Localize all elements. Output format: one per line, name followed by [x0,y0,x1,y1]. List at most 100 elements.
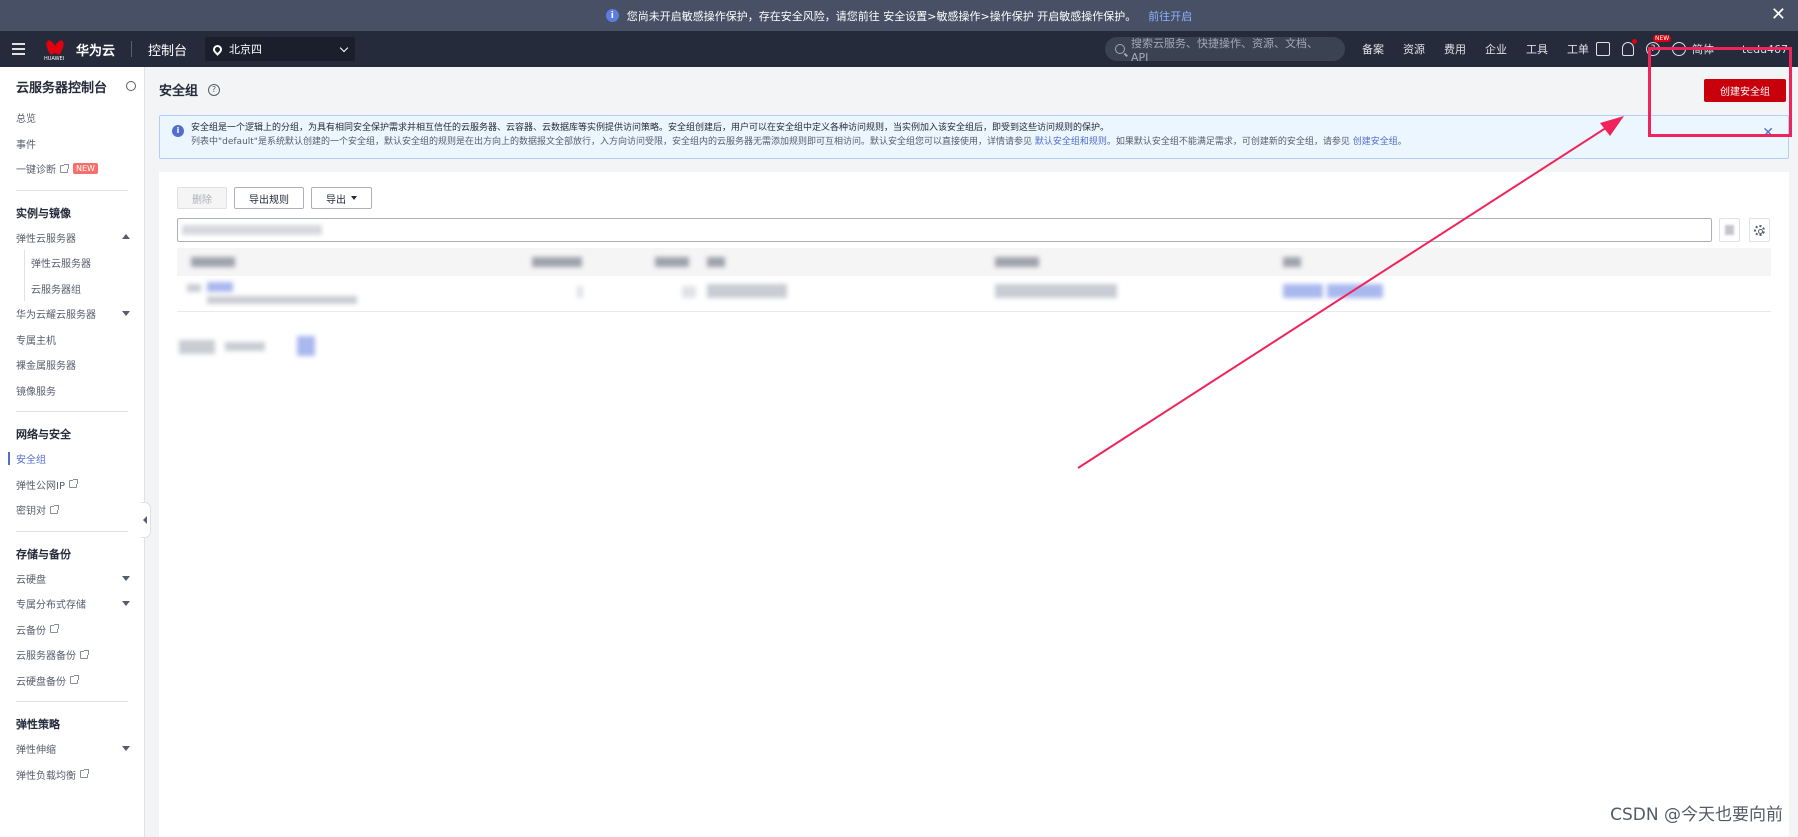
nav-link-tickets[interactable]: 工单 [1567,41,1589,57]
sidebar-item-evs[interactable]: 云硬盘 [0,566,144,592]
global-search-input[interactable]: 搜索云服务、快捷操作、资源、文档、API [1105,37,1345,64]
table-settings-button[interactable] [1749,218,1770,242]
external-link-icon [80,769,89,779]
sidebar-title-text: 云服务器控制台 [16,80,108,96]
banner-enable-link[interactable]: 前往开启 [1148,8,1192,24]
sidebar-item-label: 云服务器组 [31,284,81,296]
blurred-total [179,340,215,354]
menu-icon[interactable] [0,31,36,67]
sidebar-item-label: 一键诊断 [16,165,56,177]
info-icon: i [605,9,619,22]
nav-link-beian[interactable]: 备案 [1362,41,1384,57]
sidebar-divider [16,189,128,191]
sidebar-item-server-backup[interactable]: 云服务器备份 [0,642,144,668]
nav-link-resources[interactable]: 资源 [1403,41,1425,57]
sidebar-divider [16,411,128,412]
action-link-more[interactable] [1327,284,1383,298]
chevron-down-icon [122,311,130,316]
sidebar-item-ecs-list[interactable]: 弹性云服务器 [0,250,144,276]
logo-wordmark: HUAWEI [44,56,65,62]
nav-icons: ? NEW 简体 tedu467 [1596,31,1788,67]
top-navbar: HUAWEI 华为云 控制台 北京四 搜索云服务、快捷操作、资源、文档、API … [0,31,1798,67]
terminal-icon[interactable] [1596,42,1610,56]
region-value: 北京四 [229,43,263,56]
language-selector[interactable]: 简体 [1692,41,1714,57]
create-security-group-button[interactable]: 创建安全组 [1704,79,1786,102]
sidebar-item-events[interactable]: 事件 [0,131,144,157]
column-header [532,257,582,267]
sidebar-item-label: 弹性公网IP [16,480,65,492]
close-icon[interactable]: ✕ [1771,6,1786,24]
default-rules-link[interactable]: 默认安全组和规则 [1035,137,1107,147]
export-dropdown-button[interactable]: 导出 [311,187,372,209]
help-icon[interactable]: ? NEW [1646,35,1672,56]
search-icon [1115,44,1125,54]
nav-link-tools[interactable]: 工具 [1526,41,1548,57]
external-link-icon [68,479,78,489]
sidebar-collapse-handle[interactable] [141,502,151,538]
sidebar-item-label: 弹性负载均衡 [16,770,76,782]
chevron-down-icon [122,575,130,581]
brand-name: 华为云 [76,43,116,59]
sidebar-item-diagnosis[interactable]: 一键诊断 NEW [0,156,144,182]
sidebar-item-ecs[interactable]: 弹性云服务器 [0,225,144,251]
sidebar-item-label: 云硬盘备份 [16,676,66,688]
sidebar-item-overview[interactable]: 总览 [0,105,144,131]
blurred-cell [577,286,583,298]
sidebar-item-dss[interactable]: 专属分布式存储 [0,591,144,617]
sidebar-item-label: 云硬盘 [16,574,46,586]
blurred-icon [1725,225,1734,235]
sidebar-item-eip[interactable]: 弹性公网IP [0,472,144,498]
search-filter-input[interactable] [177,218,1712,242]
new-tag: NEW [73,163,98,175]
search-submit-button[interactable] [1719,218,1740,242]
huawei-cloud-logo[interactable]: HUAWEI 华为云 [44,40,116,63]
blurred-cell [707,284,787,298]
column-header [995,257,1039,267]
sidebar-item-label: 密钥对 [16,506,46,518]
sidebar-item-as[interactable]: 弹性伸缩 [0,736,144,762]
action-link-manage-rules[interactable] [1283,284,1323,298]
chevron-down-icon [339,43,349,52]
sidebar-item-flexus[interactable]: 华为云耀云服务器 [0,301,144,327]
sidebar-item-cbr[interactable]: 云备份 [0,617,144,643]
nav-link-billing[interactable]: 费用 [1444,41,1466,57]
sidebar: 云服务器控制台 总览 事件 一键诊断 NEW 实例与镜像 弹性云服务器 弹性云服务… [0,67,145,837]
export-rules-button[interactable]: 导出规则 [234,187,304,209]
sidebar-item-bms[interactable]: 裸金属服务器 [0,352,144,378]
chevron-up-icon [122,233,130,239]
sidebar-item-dedicated-host[interactable]: 专属主机 [0,327,144,353]
page-number-current[interactable] [297,336,315,356]
sidebar-item-ims[interactable]: 镜像服务 [0,378,144,404]
new-badge: NEW [1653,35,1672,42]
sidebar-item-server-group[interactable]: 云服务器组 [0,275,144,302]
gear-icon [1754,224,1765,236]
bell-icon[interactable] [1622,39,1637,56]
sidebar-item-disk-backup[interactable]: 云硬盘备份 [0,668,144,694]
globe-icon[interactable] [1672,42,1686,56]
info-icon: i [172,125,184,137]
help-icon[interactable]: ? [208,83,221,96]
page-size-selector[interactable] [225,342,265,351]
column-header [655,257,689,267]
user-account[interactable]: tedu467 [1742,43,1788,56]
column-header [707,257,725,267]
blurred-cell [187,284,201,292]
search-icon[interactable] [126,81,136,91]
nav-divider [131,41,133,57]
sidebar-item-label: 华为云耀云服务器 [16,310,96,322]
delete-button[interactable]: 删除 [177,187,227,209]
table-row[interactable] [177,276,1771,312]
nav-links: 备案 资源 费用 企业 工具 工单 [1362,31,1589,67]
nav-link-enterprise[interactable]: 企业 [1485,41,1507,57]
help-glyph: ? [1650,44,1656,54]
sidebar-item-keypair[interactable]: 密钥对 [0,497,144,523]
create-sg-doc-link[interactable]: 创建安全组 [1353,137,1398,147]
sidebar-item-security-group[interactable]: 安全组 [0,446,144,472]
chevron-down-icon [122,601,130,606]
console-link[interactable]: 控制台 [148,40,187,59]
sidebar-item-elb[interactable]: 弹性负载均衡 [0,762,144,788]
close-icon[interactable]: ✕ [1762,126,1774,140]
region-selector[interactable]: 北京四 [205,37,356,61]
security-group-name-link[interactable] [207,282,233,292]
